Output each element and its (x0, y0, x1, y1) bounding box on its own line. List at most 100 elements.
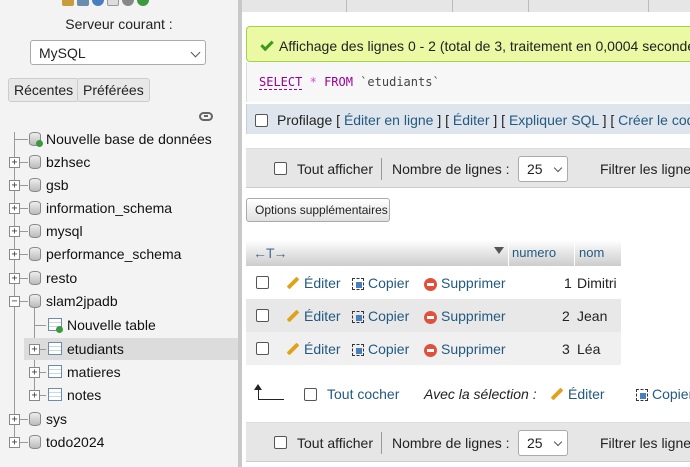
with-selection-label: Avec la sélection : (424, 386, 537, 402)
link-icon[interactable] (199, 112, 213, 121)
row-edit-button[interactable]: Éditer (286, 275, 341, 291)
bulk-actions-bar: Tout cocher Avec la sélection : Éditer C… (246, 378, 690, 410)
gear-icon[interactable] (122, 0, 134, 6)
rows-count-value: 25 (527, 161, 543, 177)
expand-icon[interactable]: + (9, 203, 20, 214)
tree-item-new-database[interactable]: Nouvelle base de données (0, 128, 238, 150)
results-table-header: ←T→ numero nom (246, 240, 621, 266)
cell-numero: 1 (564, 275, 572, 291)
tree-item-label: notes (67, 387, 102, 403)
copy-icon (352, 311, 364, 324)
table-icon[interactable] (77, 0, 89, 6)
column-header-nom[interactable]: nom (579, 245, 604, 260)
rows-count-select[interactable]: 25 (518, 156, 568, 182)
bulk-edit-button[interactable]: Éditer (550, 386, 605, 402)
row-delete-button[interactable]: Supprimer (424, 341, 506, 357)
cell-numero: 3 (562, 341, 570, 357)
column-resize-arrows-icon[interactable]: ←T→ (253, 245, 288, 261)
row-delete-button[interactable]: Supprimer (424, 275, 506, 291)
database-icon (29, 224, 41, 238)
tree-item-new-table[interactable]: Nouvelle table (0, 314, 238, 336)
table-row: Éditer Copier Supprimer 3 Léa (246, 332, 621, 365)
column-header-numero[interactable]: numero (512, 245, 556, 260)
expand-icon[interactable]: + (9, 180, 20, 191)
pencil-icon (286, 309, 300, 323)
sort-menu-icon[interactable] (494, 247, 504, 254)
show-all-checkbox[interactable] (274, 436, 287, 449)
tree-item-table[interactable]: + matieres (0, 361, 238, 383)
tree-item-database[interactable]: + resto (0, 267, 238, 289)
expand-icon[interactable]: + (9, 249, 20, 260)
tab-recent[interactable]: Récentes (8, 78, 80, 102)
database-icon (29, 294, 41, 308)
show-all-checkbox[interactable] (274, 162, 287, 175)
pencil-icon (286, 342, 300, 356)
tree-item-database[interactable]: + performance_schema (0, 243, 238, 265)
profiling-checkbox[interactable] (255, 114, 268, 127)
cell-nom: Jean (577, 308, 608, 324)
expand-icon[interactable]: + (9, 437, 20, 448)
explain-sql-link[interactable]: Expliquer SQL (509, 112, 599, 128)
collapse-icon[interactable]: − (9, 296, 20, 307)
database-icon (29, 178, 41, 192)
tree-item-table-selected[interactable]: + etudiants (24, 338, 238, 360)
copy-icon (636, 389, 648, 402)
check-all-checkbox[interactable] (304, 388, 317, 401)
chevron-down-icon (553, 163, 563, 173)
profiling-label: Profilage (277, 112, 333, 128)
expand-icon[interactable]: + (29, 367, 40, 378)
tree-item-table[interactable]: + notes (0, 384, 238, 406)
row-copy-button[interactable]: Copier (352, 341, 409, 357)
tree-item-label: matieres (67, 364, 121, 380)
row-checkbox[interactable] (256, 342, 269, 355)
tree-item-database[interactable]: + sys (0, 408, 238, 430)
nav-toolbar-icons (62, 0, 149, 8)
help-icon[interactable] (92, 0, 104, 6)
row-checkbox[interactable] (256, 309, 269, 322)
tree-item-database[interactable]: + mysql (0, 220, 238, 242)
extra-options-button[interactable]: Options supplémentaires (246, 198, 390, 222)
table-row: Éditer Copier Supprimer 1 Dimitri (246, 266, 621, 299)
expand-icon[interactable]: + (9, 157, 20, 168)
row-edit-button[interactable]: Éditer (286, 341, 341, 357)
server-select[interactable]: MySQL (30, 40, 206, 65)
tree-item-database[interactable]: + bzhsec (0, 151, 238, 173)
docs-icon[interactable] (107, 0, 119, 6)
reload-icon[interactable] (137, 0, 149, 6)
tree-item-database[interactable]: + todo2024 (0, 431, 238, 453)
table-icon (48, 388, 62, 401)
row-edit-button[interactable]: Éditer (286, 308, 341, 324)
create-php-code-link[interactable]: Créer le code source PHP (618, 112, 690, 128)
tree-item-label: etudiants (67, 341, 124, 357)
navigation-panel: Serveur courant : MySQL Récentes Préféré… (0, 0, 238, 467)
filter-rows-label: Filtrer les lignes (600, 435, 690, 451)
tree-item-database[interactable]: + information_schema (0, 197, 238, 219)
expand-icon[interactable]: + (29, 344, 40, 355)
expand-icon[interactable]: + (9, 273, 20, 284)
rows-count-label: Nombre de lignes : (392, 435, 510, 451)
row-checkbox[interactable] (256, 276, 269, 289)
edit-inline-link[interactable]: Éditer en ligne (344, 112, 434, 128)
row-copy-button[interactable]: Copier (352, 308, 409, 324)
tree-item-label: sys (46, 411, 67, 427)
tree-item-label: Nouvelle base de données (46, 131, 212, 147)
tree-item-label: performance_schema (46, 246, 182, 262)
sql-query-box[interactable]: SELECT * FROM `etudiants` (246, 62, 690, 102)
bulk-copy-button[interactable]: Copier (636, 386, 690, 402)
edit-link[interactable]: Éditer (453, 112, 490, 128)
row-copy-button[interactable]: Copier (352, 275, 409, 291)
cell-nom: Léa (577, 341, 601, 357)
expand-icon[interactable]: + (9, 226, 20, 237)
tab-favorites[interactable]: Préférées (77, 78, 150, 102)
expand-icon[interactable]: + (29, 390, 40, 401)
home-icon[interactable] (62, 0, 74, 6)
check-all-link[interactable]: Tout cocher (327, 386, 399, 402)
expand-icon[interactable]: + (9, 414, 20, 425)
row-delete-button[interactable]: Supprimer (424, 308, 506, 324)
tree-item-database[interactable]: + gsb (0, 174, 238, 196)
sql-star: * (309, 75, 317, 89)
rows-count-select[interactable]: 25 (518, 430, 568, 456)
tree-item-database-open[interactable]: − slam2jpadb (0, 290, 238, 312)
copy-icon (352, 344, 364, 357)
server-label: Serveur courant : (65, 16, 173, 32)
